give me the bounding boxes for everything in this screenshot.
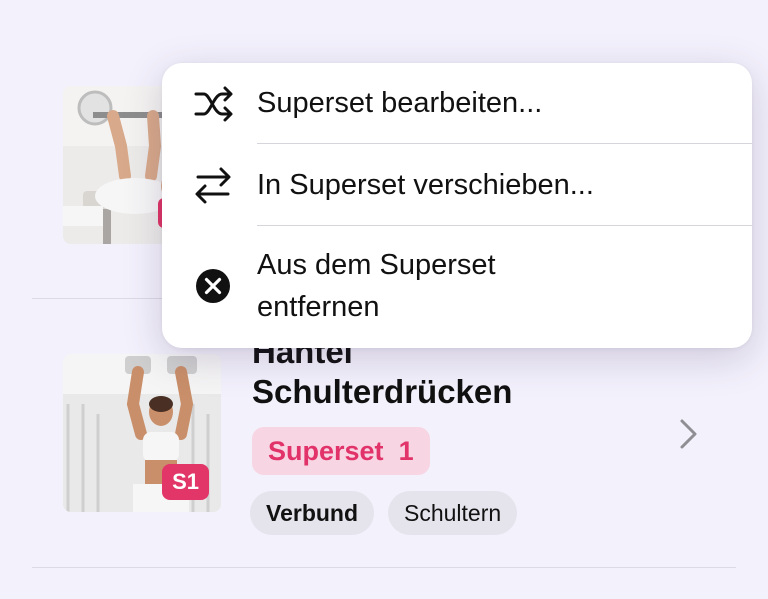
chevron-right-icon[interactable] [676,418,700,450]
superset-pill-label: Superset [268,436,384,466]
tag-schultern: Schultern [388,491,518,535]
row-divider [32,567,736,568]
menu-item-label: Aus dem Superset entfernen [257,249,496,323]
superset-badge: S1 [162,464,209,500]
context-menu: Superset bearbeiten... In Superset versc… [162,63,752,348]
shuffle-icon [194,86,233,122]
menu-item-move-to-superset[interactable]: In Superset verschieben... [162,144,752,225]
tag-verbund: Verbund [250,491,375,535]
exercise-title-line2: Schulterdrücken [252,373,513,410]
arrows-left-right-icon [195,167,231,204]
superset-pill-number: 1 [398,436,414,466]
menu-item-edit-superset[interactable]: Superset bearbeiten... [162,63,752,143]
menu-item-remove-from-superset[interactable]: Aus dem Superset entfernen [162,226,752,348]
exercise-thumbnail-shoulder-press[interactable]: S1 [63,354,221,512]
xmark-circle-icon [196,269,230,303]
superset-pill[interactable]: Superset 1 [252,427,430,475]
menu-item-label: In Superset verschieben... [257,169,594,201]
menu-item-label: Superset bearbeiten... [257,87,543,119]
